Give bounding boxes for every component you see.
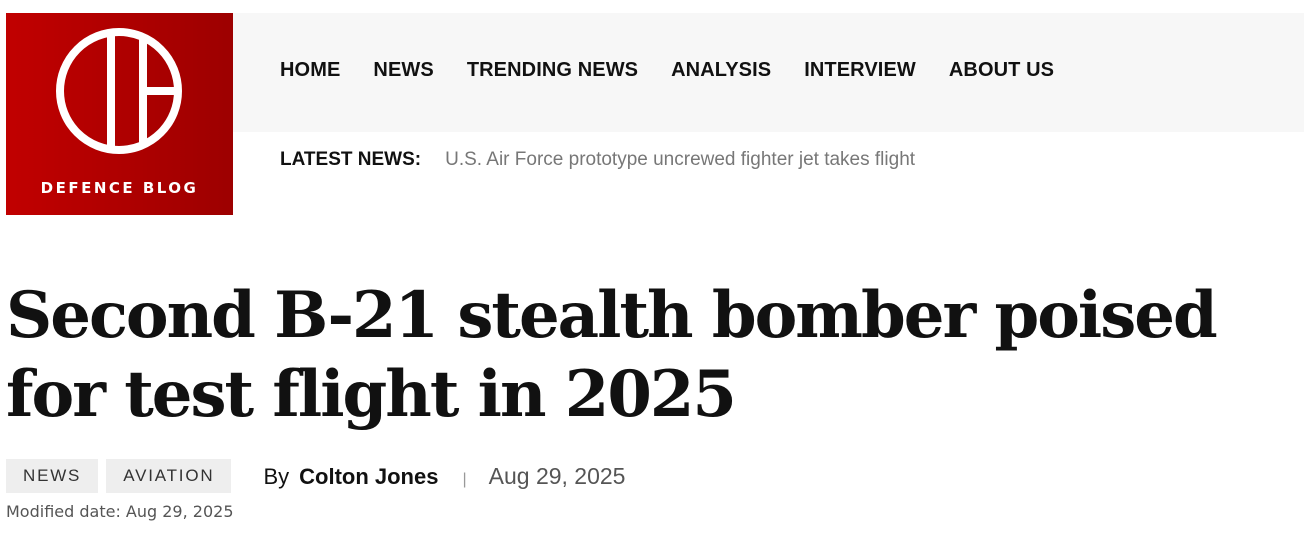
nav-item-trending-news[interactable]: TRENDING NEWS xyxy=(467,59,638,82)
article-meta: NEWS AVIATION By Colton Jones | Aug 29, … xyxy=(6,459,625,493)
news-ticker: LATEST NEWS: U.S. Air Force prototype un… xyxy=(280,149,915,171)
nav-item-home[interactable]: HOME xyxy=(280,59,340,82)
nav-list: HOME NEWS TRENDING NEWS ANALYSIS INTERVI… xyxy=(280,59,1054,82)
nav-item-about-us[interactable]: ABOUT US xyxy=(949,59,1054,82)
defence-blog-logo-icon xyxy=(56,28,182,154)
tag-news[interactable]: NEWS xyxy=(6,459,99,493)
logo-wordmark: DEFENCE BLOG xyxy=(40,179,199,197)
modified-date: Modified date: Aug 29, 2025 xyxy=(6,502,234,521)
byline: By Colton Jones | Aug 29, 2025 xyxy=(263,463,625,490)
meta-separator: | xyxy=(462,470,467,488)
tag-aviation[interactable]: AVIATION xyxy=(106,459,232,493)
nav-item-interview[interactable]: INTERVIEW xyxy=(804,59,916,82)
main-navigation: HOME NEWS TRENDING NEWS ANALYSIS INTERVI… xyxy=(233,13,1304,132)
ticker-label: LATEST NEWS: xyxy=(280,149,422,170)
publish-date: Aug 29, 2025 xyxy=(488,462,626,489)
nav-item-analysis[interactable]: ANALYSIS xyxy=(671,59,771,82)
site-logo[interactable]: DEFENCE BLOG xyxy=(6,13,233,215)
author-link[interactable]: Colton Jones xyxy=(299,464,438,490)
article-title: Second B-21 stealth bomber poised for te… xyxy=(6,278,1218,432)
nav-item-news[interactable]: NEWS xyxy=(373,59,433,82)
by-prefix: By xyxy=(263,463,290,489)
ticker-headline-link[interactable]: U.S. Air Force prototype uncrewed fighte… xyxy=(445,149,915,171)
